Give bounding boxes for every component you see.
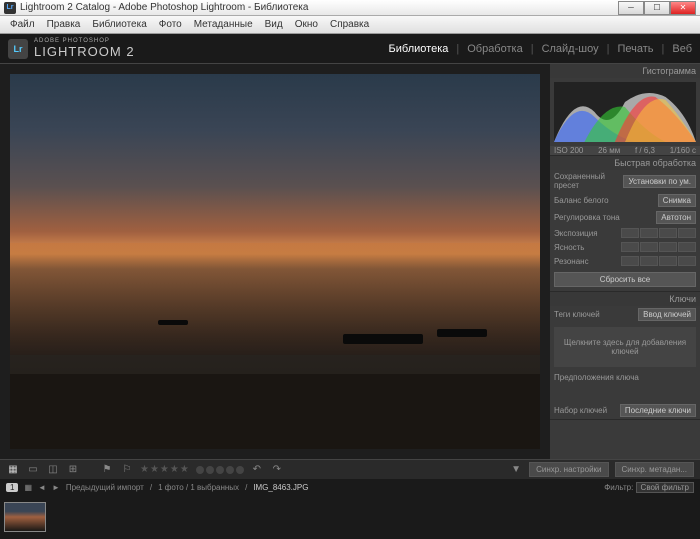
photo-count-badge: 1 <box>6 483 18 492</box>
menu-library[interactable]: Библиотека <box>86 19 152 30</box>
quickdev-header[interactable]: Быстрая обработка <box>550 156 700 170</box>
filmstrip[interactable] <box>0 495 700 539</box>
window-title: Lightroom 2 Catalog - Adobe Photoshop Li… <box>20 2 618 13</box>
sync-metadata-button[interactable]: Синхр. метадан... <box>615 462 694 477</box>
histo-aperture: f / 6,3 <box>635 146 655 155</box>
rotate-right-icon[interactable]: ↷ <box>270 464 284 476</box>
module-develop[interactable]: Обработка <box>467 43 522 55</box>
flag-reject-icon[interactable]: ⚐ <box>120 464 134 476</box>
menu-help[interactable]: Справка <box>324 19 375 30</box>
secondary-display-icon[interactable]: ▦ <box>24 483 32 492</box>
close-button[interactable]: ✕ <box>670 1 696 15</box>
menu-view[interactable]: Вид <box>259 19 289 30</box>
breadcrumb-count: 1 фото / 1 выбранных <box>158 483 239 492</box>
menu-edit[interactable]: Правка <box>41 19 87 30</box>
vibrance-stepper[interactable] <box>621 256 639 266</box>
keywords-input[interactable]: Щелкните здесь для добавления ключей <box>554 327 696 367</box>
menu-photo[interactable]: Фото <box>153 19 188 30</box>
photo-preview[interactable] <box>10 74 540 449</box>
breadcrumb-source[interactable]: Предыдущий импорт <box>66 483 144 492</box>
toolbar-chevron-icon[interactable]: ▼ <box>509 464 523 476</box>
wb-dropdown[interactable]: Снимка <box>658 194 696 207</box>
minimize-button[interactable]: ─ <box>618 1 644 15</box>
module-print[interactable]: Печать <box>617 43 653 55</box>
color-labels[interactable] <box>196 466 244 474</box>
clarity-stepper[interactable] <box>621 242 639 252</box>
loupe-view-icon[interactable]: ▭ <box>26 464 40 476</box>
maximize-button[interactable]: ☐ <box>644 1 670 15</box>
exposure-stepper[interactable] <box>621 228 639 238</box>
breadcrumb-filename: IMG_8463.JPG <box>253 483 308 492</box>
app-name: ADOBE PHOTOSHOP LIGHTROOM 2 <box>34 38 389 59</box>
tags-mode-dropdown[interactable]: Ввод ключей <box>638 308 696 321</box>
keywords-header[interactable]: Ключи <box>550 292 700 306</box>
tone-label: Регулировка тона <box>554 213 652 222</box>
module-web[interactable]: Веб <box>672 43 692 55</box>
autotone-button[interactable]: Автотон <box>656 211 696 224</box>
module-slideshow[interactable]: Слайд-шоу <box>542 43 599 55</box>
histo-focal: 26 мм <box>598 146 620 155</box>
sync-settings-button[interactable]: Синхр. настройки <box>529 462 608 477</box>
survey-view-icon[interactable]: ⊞ <box>66 464 80 476</box>
thumbnail[interactable] <box>4 502 46 532</box>
keyword-set-dropdown[interactable]: Последние ключи <box>620 404 696 417</box>
preset-dropdown[interactable]: Установки по ум. <box>623 175 696 188</box>
module-library[interactable]: Библиотека <box>389 43 449 55</box>
app-logo: Lr <box>8 39 28 59</box>
menu-window[interactable]: Окно <box>289 19 324 30</box>
menu-bar: Файл Правка Библиотека Фото Метаданные В… <box>0 16 700 34</box>
preset-label: Сохраненный пресет <box>554 172 619 190</box>
histogram-header[interactable]: Гистограмма <box>550 64 700 78</box>
keyword-set-label: Набор ключей <box>554 406 616 415</box>
menu-file[interactable]: Файл <box>4 19 41 30</box>
histo-iso: ISO 200 <box>554 146 583 155</box>
filter-dropdown[interactable]: Свой фильтр <box>636 482 694 493</box>
main-viewer[interactable] <box>0 64 550 459</box>
histogram-display[interactable] <box>554 82 696 142</box>
flag-pick-icon[interactable]: ⚑ <box>100 464 114 476</box>
app-favicon: Lr <box>4 2 16 14</box>
wb-label: Баланс белого <box>554 196 654 205</box>
clarity-label: Ясность <box>554 243 617 252</box>
exposure-label: Экспозиция <box>554 229 617 238</box>
histo-shutter: 1/160 с <box>670 146 696 155</box>
compare-view-icon[interactable]: ◫ <box>46 464 60 476</box>
filter-label: Фильтр: <box>604 483 633 492</box>
reset-all-button[interactable]: Сбросить все <box>554 272 696 287</box>
rotate-left-icon[interactable]: ↶ <box>250 464 264 476</box>
grid-view-icon[interactable]: ▦ <box>6 464 20 476</box>
tags-label: Теги ключей <box>554 310 634 319</box>
nav-back-icon[interactable]: ◄ <box>38 483 46 492</box>
vibrance-label: Резонанс <box>554 257 617 266</box>
suggest-label: Предположения ключа <box>554 373 696 382</box>
menu-metadata[interactable]: Метаданные <box>188 19 259 30</box>
rating-stars[interactable]: ★★★★★ <box>140 464 190 475</box>
nav-fwd-icon[interactable]: ► <box>52 483 60 492</box>
